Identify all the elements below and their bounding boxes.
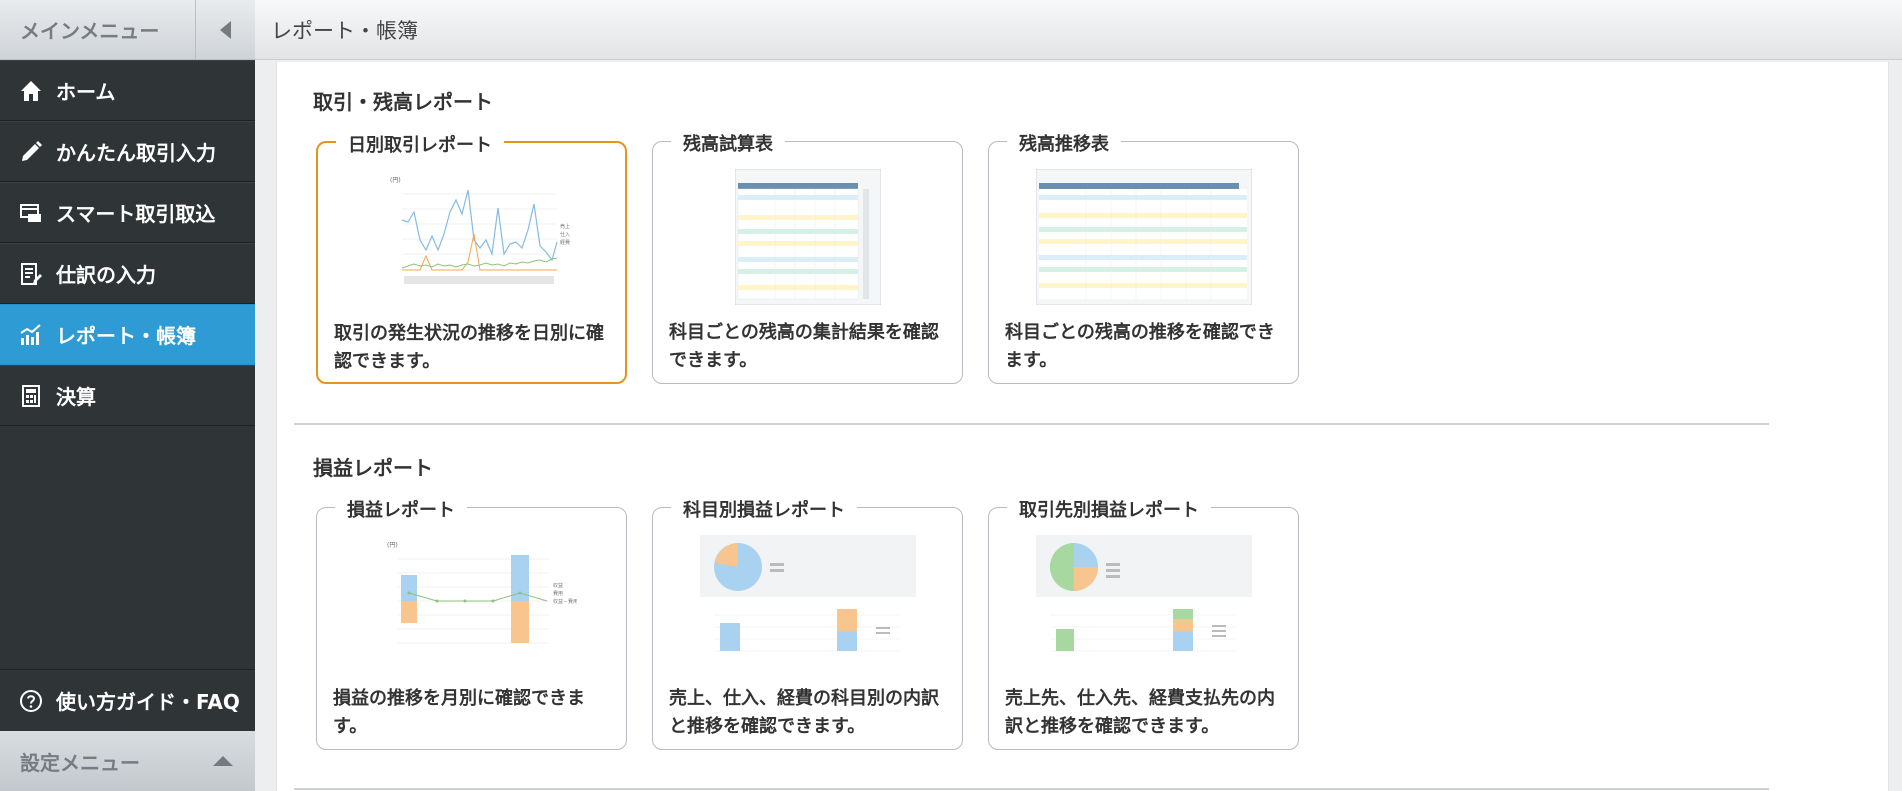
sidebar-item-label: レポート・帳簿: [56, 324, 196, 348]
card-title: 取引先別損益レポート: [1007, 496, 1211, 522]
page-header: レポート・帳簿: [255, 0, 1902, 60]
card-description: 科目ごとの残高の集計結果を確認できます。: [669, 322, 939, 371]
daily-transaction-thumbnail: (円) 売上 仕入 経費: [372, 170, 572, 304]
sidebar-item-smart-import[interactable]: スマート取引取込: [0, 182, 255, 243]
help-faq-link[interactable]: 使い方ガイド・FAQ: [0, 669, 255, 731]
card-trial-balance[interactable]: 残高試算表 科目ごとの残高の集計結果を確認できます。: [652, 130, 963, 384]
sidebar-item-label: 決算: [56, 385, 96, 409]
pencil-icon: [18, 139, 44, 165]
page-title: レポート・帳簿: [271, 18, 418, 43]
card-profit-loss-by-account[interactable]: 科目別損益レポート 売上、仕入、経費の科目別の内訳と推移を確認できます。: [652, 496, 963, 750]
settings-menu-label: 設定メニュー: [20, 750, 140, 775]
import-icon: [18, 200, 44, 226]
svg-text:収益－費用: 収益－費用: [553, 598, 577, 605]
section-title-transaction-balance: 取引・残高レポート: [313, 90, 493, 114]
card-description: 損益の推移を月別に確認できます。: [333, 688, 585, 737]
sidebar-item-label: かんたん取引入力: [56, 141, 216, 165]
section-divider: [294, 423, 1769, 425]
card-title: 残高試算表: [671, 130, 785, 156]
svg-text:経費: 経費: [560, 239, 570, 246]
sidebar-item-reports[interactable]: レポート・帳簿: [0, 304, 255, 365]
card-title: 科目別損益レポート: [671, 496, 857, 522]
section-title-profit-loss: 損益レポート: [313, 456, 433, 480]
sidebar-item-label: ホーム: [56, 80, 116, 104]
sidebar-item-journal[interactable]: 仕訳の入力: [0, 243, 255, 304]
sidebar-header-title: メインメニュー: [20, 19, 160, 43]
section-divider: [294, 788, 1769, 790]
card-daily-transaction-report[interactable]: 日別取引レポート (円) 売上 仕入 経費 取引の発生状況の推移を日別に確認できます…: [316, 131, 627, 384]
card-balance-trend[interactable]: 残高推移表 科目ごとの残高の推移を確認できます。: [988, 130, 1299, 384]
card-title: 損益レポート: [335, 496, 467, 522]
journal-icon: [18, 261, 44, 287]
svg-text:仕入: 仕入: [560, 231, 570, 238]
home-icon: [18, 78, 44, 104]
sidebar-header: メインメニュー: [0, 0, 255, 60]
question-circle-icon: [18, 688, 44, 714]
main-sidebar: メインメニュー ホーム かんたん取引入力 スマート取引取込 仕訳の入力 レポート…: [0, 0, 255, 791]
sidebar-bottom: 使い方ガイド・FAQ 設定メニュー: [0, 669, 255, 791]
card-title: 日別取引レポート: [336, 131, 504, 157]
svg-text:(円): (円): [390, 177, 401, 184]
profit-loss-by-partner-thumbnail: [1035, 535, 1252, 675]
report-chart-icon: [18, 322, 44, 348]
profit-loss-thumbnail: (円) 収益 費用 収益－費用: [367, 535, 578, 669]
report-content: 取引・残高レポート 日別取引レポート (円) 売上 仕入 経費 取引の発生状況の推移: [276, 62, 1889, 791]
chevron-left-icon: [220, 20, 231, 39]
chevron-up-icon: [213, 756, 233, 766]
sidebar-item-label: スマート取引取込: [56, 202, 216, 226]
svg-text:費用: 費用: [553, 590, 563, 597]
help-faq-label: 使い方ガイド・FAQ: [56, 690, 240, 714]
card-description: 売上先、仕入先、経費支払先の内訳と推移を確認できます。: [1005, 688, 1275, 737]
sidebar-item-home[interactable]: ホーム: [0, 60, 255, 121]
sidebar-item-settlement[interactable]: 決算: [0, 365, 255, 426]
settings-menu-toggle[interactable]: 設定メニュー: [0, 731, 255, 791]
trial-balance-thumbnail: [734, 168, 881, 309]
card-description: 科目ごとの残高の推移を確認できます。: [1005, 322, 1275, 371]
svg-text:(円): (円): [387, 542, 398, 549]
sidebar-item-easy-entry[interactable]: かんたん取引入力: [0, 121, 255, 182]
card-profit-loss-by-partner[interactable]: 取引先別損益レポート 売上先、仕入先、経費支払先の内訳と推移を確認できます。: [988, 496, 1299, 750]
calculator-icon: [18, 383, 44, 409]
svg-text:売上: 売上: [560, 223, 570, 230]
balance-trend-thumbnail: [1035, 168, 1252, 309]
profit-loss-by-account-thumbnail: [699, 535, 916, 675]
card-profit-loss-report[interactable]: 損益レポート (円) 収益 費用 収益－費用 損益の推移を月別に確認できます。: [316, 496, 627, 750]
card-title: 残高推移表: [1007, 130, 1121, 156]
sidebar-item-label: 仕訳の入力: [56, 263, 156, 287]
card-description: 取引の発生状況の推移を日別に確認できます。: [334, 323, 604, 372]
card-description: 売上、仕入、経費の科目別の内訳と推移を確認できます。: [669, 688, 939, 737]
svg-text:収益: 収益: [553, 582, 563, 589]
sidebar-collapse-button[interactable]: [195, 0, 255, 59]
